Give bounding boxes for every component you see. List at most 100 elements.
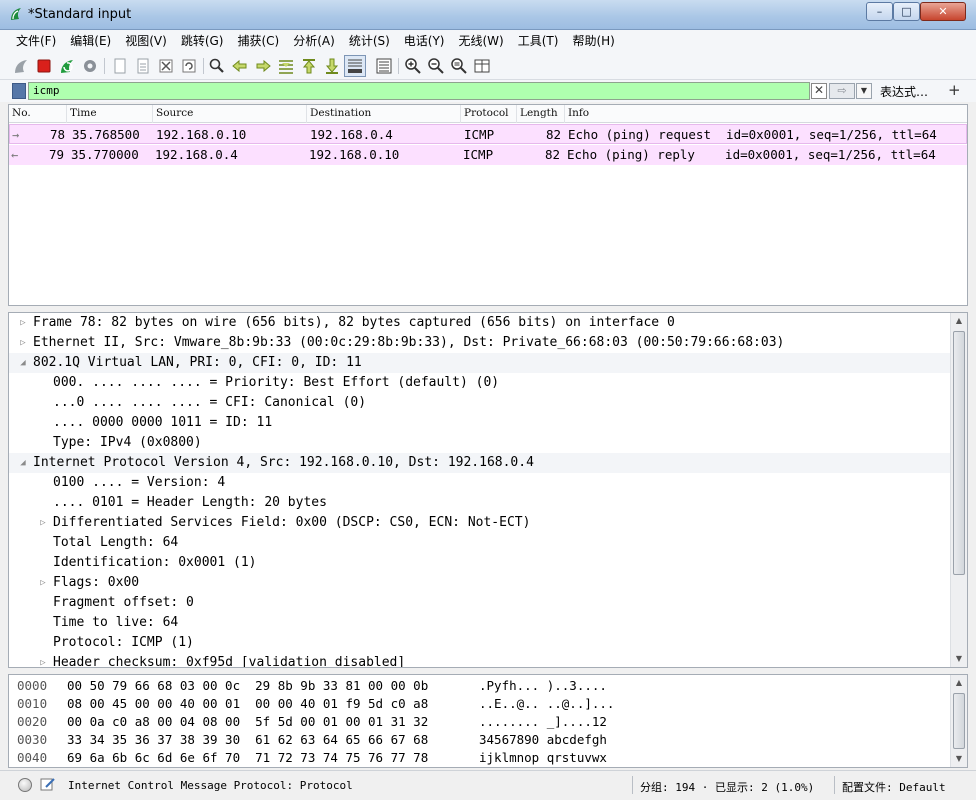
stop-icon[interactable]	[35, 57, 53, 75]
menu-view[interactable]: 视图(V)	[119, 30, 173, 52]
scroll-down-arrow-icon[interactable]: ▼	[951, 751, 967, 767]
expand-arrow-icon[interactable]: ▷	[37, 573, 49, 593]
scroll-thumb[interactable]	[953, 693, 965, 749]
tree-item[interactable]: .... 0000 0000 1011 = ID: 11	[9, 413, 951, 433]
collapse-arrow-icon[interactable]: ◢	[17, 453, 29, 473]
collapse-arrow-icon[interactable]: ◢	[17, 353, 29, 373]
tree-item[interactable]: ▷ Ethernet II, Src: Vmware_8b:9b:33 (00:0…	[9, 333, 951, 353]
column-header-time[interactable]: Time	[67, 105, 153, 123]
tree-item[interactable]: Time to live: 64	[9, 613, 951, 633]
maximize-button[interactable]: □	[893, 2, 920, 21]
close-button[interactable]: ✕	[920, 2, 966, 21]
menu-wireless[interactable]: 无线(W)	[453, 30, 510, 52]
menu-telephony[interactable]: 电话(Y)	[398, 30, 451, 52]
pane-splitter[interactable]	[0, 668, 976, 673]
menu-tools[interactable]: 工具(T)	[512, 30, 565, 52]
options-gear-icon[interactable]	[81, 57, 99, 75]
binary-file-icon[interactable]	[134, 57, 152, 75]
scroll-up-arrow-icon[interactable]: ▲	[951, 675, 967, 691]
go-to-packet-icon[interactable]	[277, 57, 295, 75]
menu-capture[interactable]: 捕获(C)	[231, 30, 285, 52]
apply-filter-button[interactable]: ⇨	[829, 83, 855, 99]
menu-go[interactable]: 跳转(G)	[175, 30, 230, 52]
column-header-destination[interactable]: Destination	[307, 105, 461, 123]
display-filter-input[interactable]: icmp	[28, 82, 810, 100]
profile-status[interactable]: 配置文件: Default	[842, 779, 946, 795]
tree-item-label: Fragment offset: 0	[53, 595, 194, 610]
tree-item-label: Identification: 0x0001 (1)	[53, 555, 257, 570]
tree-item[interactable]: Protocol: ICMP (1)	[9, 633, 951, 653]
byte-offset: 0000	[17, 678, 48, 693]
tree-item[interactable]: Total Length: 64	[9, 533, 951, 553]
edit-comment-icon[interactable]	[40, 776, 56, 792]
normal-size-icon[interactable]	[450, 57, 468, 75]
tree-item[interactable]: ▷ Frame 78: 82 bytes on wire (656 bits), …	[9, 313, 951, 333]
packet-list-pane[interactable]: No. Time Source Destination Protocol Len…	[8, 104, 968, 306]
toolbar-separator	[104, 58, 105, 74]
tree-item[interactable]: Type: IPv4 (0x0800)	[9, 433, 951, 453]
restart-icon[interactable]	[58, 57, 76, 75]
scroll-up-arrow-icon[interactable]: ▲	[951, 313, 967, 329]
resize-columns-icon[interactable]	[473, 57, 491, 75]
tree-item[interactable]: Identification: 0x0001 (1)	[9, 553, 951, 573]
packet-details-pane[interactable]: ▷ Frame 78: 82 bytes on wire (656 bits), …	[8, 312, 968, 668]
pane-splitter[interactable]	[0, 306, 976, 311]
autoscroll-icon[interactable]	[344, 55, 366, 77]
back-arrow-icon[interactable]	[231, 57, 249, 75]
shark-start-icon[interactable]	[12, 57, 30, 75]
minimize-button[interactable]: –	[866, 2, 893, 21]
colorize-icon[interactable]	[375, 57, 393, 75]
status-bar: Internet Control Message Protocol: Proto…	[0, 770, 976, 800]
column-header-protocol[interactable]: Protocol	[461, 105, 517, 123]
recent-filters-dropdown[interactable]: ▼	[856, 83, 872, 99]
column-header-source[interactable]: Source	[153, 105, 307, 123]
tree-item[interactable]: Fragment offset: 0	[9, 593, 951, 613]
packet-bytes-pane[interactable]: 0000 00 50 79 66 68 03 00 0c 29 8b 9b 33 …	[8, 674, 968, 768]
details-scrollbar[interactable]: ▲ ▼	[950, 313, 967, 667]
tree-item[interactable]: ◢ Internet Protocol Version 4, Src: 192.1…	[9, 453, 951, 473]
capture-status-icon[interactable]	[18, 778, 32, 792]
scroll-down-arrow-icon[interactable]: ▼	[951, 651, 967, 667]
close-file-icon[interactable]	[157, 57, 175, 75]
byte-offset: 0030	[17, 732, 48, 747]
tree-item[interactable]: 000. .... .... .... = Priority: Best Eff…	[9, 373, 951, 393]
reload-icon[interactable]	[180, 57, 198, 75]
expressions-button[interactable]: 表达式…	[880, 83, 928, 100]
forward-arrow-icon[interactable]	[254, 57, 272, 75]
table-row[interactable]: → 78 35.768500 192.168.0.10 192.168.0.4 …	[9, 124, 967, 144]
tree-item[interactable]: 0100 .... = Version: 4	[9, 473, 951, 493]
tree-item[interactable]: ▷ Flags: 0x00	[9, 573, 951, 593]
scroll-thumb[interactable]	[953, 331, 965, 575]
expand-arrow-icon[interactable]: ▷	[37, 513, 49, 533]
zoom-in-icon[interactable]	[404, 57, 422, 75]
find-icon[interactable]	[208, 57, 226, 75]
tree-item[interactable]: ▷ Header checksum: 0xf95d [validation dis…	[9, 653, 951, 667]
menu-help[interactable]: 帮助(H)	[566, 30, 620, 52]
tree-item[interactable]: ◢ 802.1Q Virtual LAN, PRI: 0, CFI: 0, ID:…	[9, 353, 951, 373]
table-row[interactable]: ← 79 35.770000 192.168.0.4 192.168.0.10 …	[9, 145, 967, 165]
tree-item[interactable]: ▷ Differentiated Services Field: 0x00 (DS…	[9, 513, 951, 533]
hex-bytes: 08 00 45 00 00 40 00 01 00 00 40 01 f9 5…	[67, 696, 429, 711]
expand-arrow-icon[interactable]: ▷	[37, 653, 49, 667]
first-packet-icon[interactable]	[300, 57, 318, 75]
last-packet-icon[interactable]	[323, 57, 341, 75]
main-toolbar	[0, 52, 976, 80]
column-header-info[interactable]: Info	[565, 105, 967, 123]
cell-no: 79	[49, 147, 65, 162]
clear-filter-button[interactable]: ✕	[811, 83, 827, 99]
menu-edit[interactable]: 编辑(E)	[64, 30, 117, 52]
column-header-length[interactable]: Length	[517, 105, 565, 123]
expand-arrow-icon[interactable]: ▷	[17, 333, 29, 353]
tree-item[interactable]: .... 0101 = Header Length: 20 bytes	[9, 493, 951, 513]
menu-analyze[interactable]: 分析(A)	[287, 30, 341, 52]
filter-bookmark-icon[interactable]	[12, 83, 26, 99]
menu-statistics[interactable]: 统计(S)	[343, 30, 396, 52]
open-file-icon[interactable]	[111, 57, 129, 75]
menu-file[interactable]: 文件(F)	[10, 30, 62, 52]
bytes-scrollbar[interactable]: ▲ ▼	[950, 675, 967, 767]
add-filter-button[interactable]: +	[948, 81, 961, 99]
tree-item[interactable]: ...0 .... .... .... = CFI: Canonical (0)	[9, 393, 951, 413]
column-header-no[interactable]: No.	[9, 105, 67, 123]
zoom-out-icon[interactable]	[427, 57, 445, 75]
expand-arrow-icon[interactable]: ▷	[17, 313, 29, 333]
